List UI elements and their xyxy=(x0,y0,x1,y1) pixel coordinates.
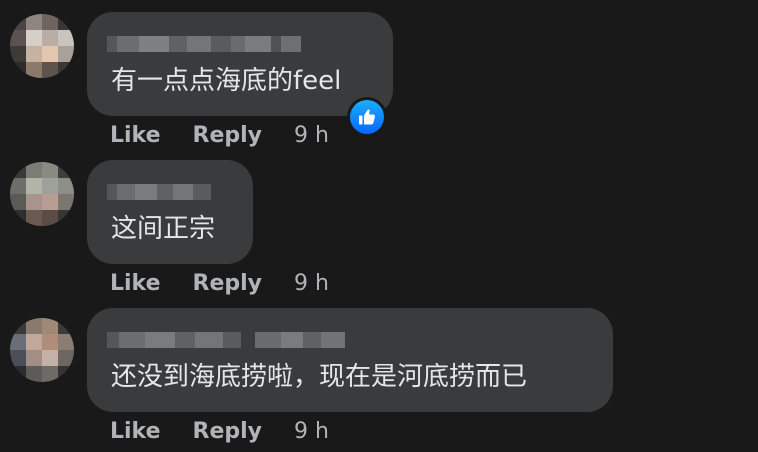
reply-button[interactable]: Reply xyxy=(193,419,263,444)
comment-bubble: 这间正宗 xyxy=(87,160,253,264)
commenter-name-blurred[interactable] xyxy=(107,184,211,200)
comment: 还没到海底捞啦，现在是河底捞而已 Like Reply 9 h xyxy=(0,298,758,452)
comment-actions: Like Reply 9 h xyxy=(110,121,329,149)
comment-actions: Like Reply 9 h xyxy=(110,269,329,297)
timestamp[interactable]: 9 h xyxy=(294,123,329,148)
avatar[interactable] xyxy=(10,318,74,382)
comment-bubble: 还没到海底捞啦，现在是河底捞而已 xyxy=(87,308,613,412)
like-button[interactable]: Like xyxy=(110,419,161,444)
commenter-name-blurred[interactable] xyxy=(107,332,345,348)
comment-text: 还没到海底捞啦，现在是河底捞而已 xyxy=(111,362,528,392)
comment-actions: Like Reply 9 h xyxy=(110,417,329,445)
timestamp[interactable]: 9 h xyxy=(294,419,329,444)
comment-bubble: 有一点点海底的feel xyxy=(87,12,393,116)
comment: 有一点点海底的feel Like Reply 9 h xyxy=(0,0,758,150)
comment: 这间正宗 Like Reply 9 h xyxy=(0,150,758,300)
reaction-badge[interactable] xyxy=(347,97,387,137)
avatar[interactable] xyxy=(10,14,74,78)
comment-text: 这间正宗 xyxy=(111,214,216,244)
commenter-name-blurred[interactable] xyxy=(107,36,301,52)
comment-text: 有一点点海底的feel xyxy=(111,66,342,96)
reply-button[interactable]: Reply xyxy=(193,271,263,296)
thumbs-up-icon xyxy=(359,109,375,125)
timestamp[interactable]: 9 h xyxy=(294,271,329,296)
reply-button[interactable]: Reply xyxy=(193,123,263,148)
like-button[interactable]: Like xyxy=(110,123,161,148)
avatar[interactable] xyxy=(10,162,74,226)
like-button[interactable]: Like xyxy=(110,271,161,296)
